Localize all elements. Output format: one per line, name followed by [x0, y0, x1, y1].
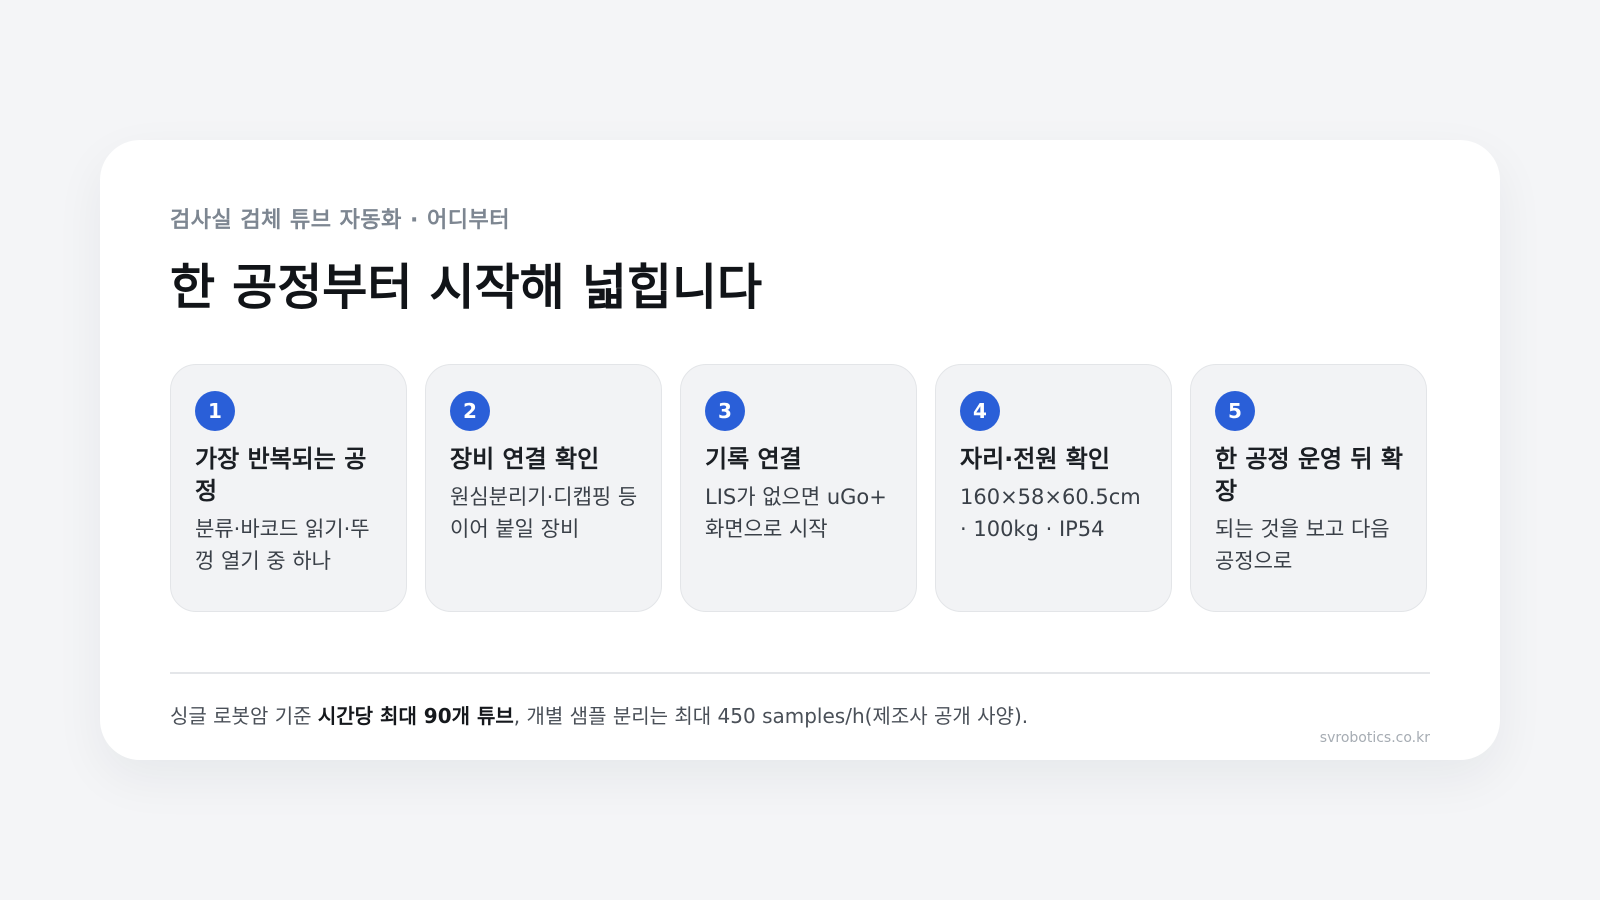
step-title: 장비 연결 확인 — [450, 445, 600, 473]
eyebrow-text: 검사실 검체 튜브 자동화 · 어디부터 — [170, 208, 511, 233]
step-description: 되는 것을 보고 다음 공정으로 — [1215, 517, 1390, 573]
step-description: 원심분리기·디캡핑 등 이어 붙일 장비 — [450, 485, 638, 541]
step-description: 분류·바코드 읽기·뚜껑 열기 중 하나 — [195, 517, 370, 573]
step-card-2: 2 장비 연결 확인 원심분리기·디캡핑 등 이어 붙일 장비 — [425, 364, 662, 612]
step-card-4: 4 자리·전원 확인 160×58×60.5cm · 100kg · IP54 — [935, 364, 1172, 612]
step-description: 160×58×60.5cm · 100kg · IP54 — [960, 485, 1141, 541]
content-card: 검사실 검체 튜브 자동화 · 어디부터 한 공정부터 시작해 넓힙니다 1 가… — [100, 140, 1500, 760]
step-card-3: 3 기록 연결 LIS가 없으면 uGo+ 화면으로 시작 — [680, 364, 917, 612]
step-number-badge: 2 — [450, 391, 490, 431]
page-title: 한 공정부터 시작해 넓힙니다 — [170, 259, 763, 316]
step-description: LIS가 없으면 uGo+ 화면으로 시작 — [705, 485, 887, 541]
step-number-badge: 4 — [960, 391, 1000, 431]
step-title: 기록 연결 — [705, 445, 802, 473]
source-credit: svrobotics.co.kr — [1319, 730, 1430, 746]
footnote: 싱글 로봇암 기준 시간당 최대 90개 튜브, 개별 샘플 분리는 최대 45… — [170, 702, 1430, 730]
divider — [170, 672, 1430, 674]
step-number-badge: 5 — [1215, 391, 1255, 431]
step-title: 가장 반복되는 공정 — [195, 445, 367, 505]
steps-row: 1 가장 반복되는 공정 분류·바코드 읽기·뚜껑 열기 중 하나 2 장비 연… — [170, 364, 1430, 612]
step-number-badge: 3 — [705, 391, 745, 431]
footnote-suffix: , 개별 샘플 분리는 최대 450 samples/h(제조사 공개 사양). — [513, 703, 1029, 728]
footnote-prefix: 싱글 로봇암 기준 — [170, 703, 318, 728]
step-card-1: 1 가장 반복되는 공정 분류·바코드 읽기·뚜껑 열기 중 하나 — [170, 364, 407, 612]
step-title: 자리·전원 확인 — [960, 445, 1110, 473]
footnote-highlight: 시간당 최대 90개 튜브 — [317, 703, 514, 728]
step-title: 한 공정 운영 뒤 확장 — [1215, 445, 1403, 505]
step-card-5: 5 한 공정 운영 뒤 확장 되는 것을 보고 다음 공정으로 — [1190, 364, 1427, 612]
step-number-badge: 1 — [195, 391, 235, 431]
